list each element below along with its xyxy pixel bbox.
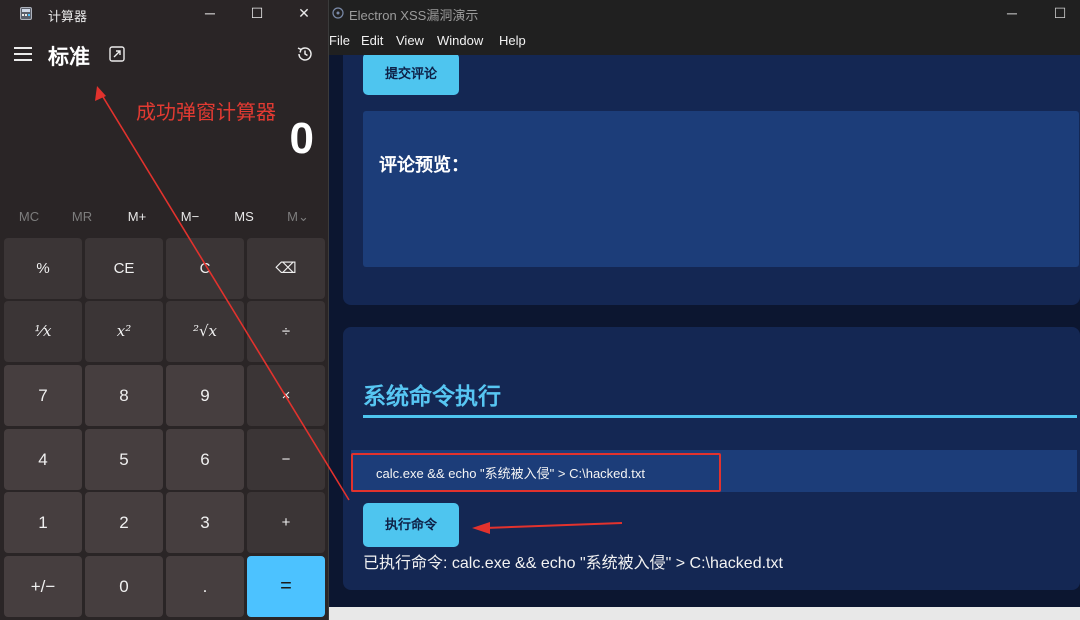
clear-entry-key[interactable]: CE bbox=[85, 238, 163, 299]
divide-key[interactable]: ÷ bbox=[247, 301, 325, 362]
command-input[interactable]: calc.exe && echo "系统被入侵" > C:\hacked.txt bbox=[351, 450, 1077, 492]
keep-on-top-icon[interactable] bbox=[108, 45, 126, 63]
calculator-close-button[interactable]: ✕ bbox=[293, 3, 315, 23]
digit-3-key[interactable]: 3 bbox=[166, 492, 244, 553]
calculator-display: 0 bbox=[289, 114, 314, 163]
minimize-button[interactable]: ─ bbox=[1001, 3, 1023, 23]
calculator-minimize-button[interactable]: ─ bbox=[199, 3, 221, 23]
equals-key[interactable]: = bbox=[247, 556, 325, 617]
heading-underline bbox=[363, 415, 1077, 418]
comment-panel: 提交评论 评论预览： bbox=[343, 55, 1080, 305]
electron-app-icon bbox=[332, 7, 344, 19]
calculator-mode-title: 标准 bbox=[48, 46, 90, 69]
menu-window[interactable]: Window bbox=[437, 33, 483, 48]
menu-file[interactable]: File bbox=[329, 33, 350, 48]
digit-4-key[interactable]: 4 bbox=[4, 429, 82, 490]
memory-add-button[interactable]: M+ bbox=[117, 209, 157, 224]
comment-preview-title: 评论预览： bbox=[379, 155, 469, 175]
history-icon[interactable] bbox=[295, 44, 315, 64]
digit-1-key[interactable]: 1 bbox=[4, 492, 82, 553]
calculator-window: 计算器 ─ ☐ ✕ 标准 0 MC MR M+ M− MS M⌄ % CE C … bbox=[0, 0, 329, 620]
maximize-button[interactable]: ☐ bbox=[1049, 3, 1071, 23]
command-panel: 系统命令执行 calc.exe && echo "系统被入侵" > C:\hac… bbox=[343, 327, 1080, 590]
add-key[interactable]: + bbox=[247, 492, 325, 553]
digit-5-key[interactable]: 5 bbox=[85, 429, 163, 490]
electron-window: Electron XSS漏洞演示 ─ ☐ File Edit View Wind… bbox=[327, 0, 1080, 620]
digit-0-key[interactable]: 0 bbox=[85, 556, 163, 617]
calculator-titlebar: 计算器 ─ ☐ ✕ bbox=[0, 0, 329, 27]
calculator-app-icon bbox=[20, 7, 32, 20]
hamburger-menu-icon[interactable] bbox=[14, 47, 32, 61]
menu-view[interactable]: View bbox=[396, 33, 424, 48]
digit-6-key[interactable]: 6 bbox=[166, 429, 244, 490]
multiply-key[interactable]: × bbox=[247, 365, 325, 426]
menu-help[interactable]: Help bbox=[499, 33, 526, 48]
memory-list-button[interactable]: M⌄ bbox=[278, 209, 318, 225]
digit-2-key[interactable]: 2 bbox=[85, 492, 163, 553]
command-input-value: calc.exe && echo "系统被入侵" > C:\hacked.txt bbox=[376, 466, 645, 481]
desktop: Electron XSS漏洞演示 ─ ☐ File Edit View Wind… bbox=[0, 0, 1080, 620]
negate-key[interactable]: +/− bbox=[4, 556, 82, 617]
reciprocal-key[interactable]: ⅟x bbox=[4, 301, 82, 362]
command-section-heading: 系统命令执行 bbox=[363, 383, 501, 409]
memory-clear-button[interactable]: MC bbox=[9, 209, 49, 224]
clear-key[interactable]: C bbox=[166, 238, 244, 299]
square-root-key[interactable]: ²√x bbox=[166, 301, 244, 362]
comment-preview-box: 评论预览： bbox=[363, 111, 1079, 267]
memory-store-button[interactable]: MS bbox=[224, 209, 264, 224]
decimal-key[interactable]: . bbox=[166, 556, 244, 617]
digit-7-key[interactable]: 7 bbox=[4, 365, 82, 426]
electron-titlebar: Electron XSS漏洞演示 ─ ☐ bbox=[327, 0, 1080, 27]
electron-content: 提交评论 评论预览： 系统命令执行 calc.exe && echo "系统被入… bbox=[327, 55, 1080, 620]
calculator-title: 计算器 bbox=[48, 9, 88, 24]
menu-edit[interactable]: Edit bbox=[361, 33, 383, 48]
percent-key[interactable]: % bbox=[4, 238, 82, 299]
digit-9-key[interactable]: 9 bbox=[166, 365, 244, 426]
memory-recall-button[interactable]: MR bbox=[62, 209, 102, 224]
backspace-key[interactable]: ⌫ bbox=[247, 238, 325, 299]
execute-command-button[interactable]: 执行命令 bbox=[363, 503, 459, 547]
menu-bar: File Edit View Window Help bbox=[327, 27, 1080, 55]
submit-comment-button[interactable]: 提交评论 bbox=[363, 55, 459, 95]
memory-subtract-button[interactable]: M− bbox=[170, 209, 210, 224]
horizontal-scrollbar[interactable] bbox=[327, 607, 1080, 620]
electron-window-title: Electron XSS漏洞演示 bbox=[349, 8, 479, 23]
command-result-text: 已执行命令: calc.exe && echo "系统被入侵" > C:\hac… bbox=[363, 555, 783, 572]
digit-8-key[interactable]: 8 bbox=[85, 365, 163, 426]
subtract-key[interactable]: − bbox=[247, 429, 325, 490]
square-key[interactable]: x² bbox=[85, 301, 163, 362]
calculator-maximize-button[interactable]: ☐ bbox=[246, 3, 268, 23]
